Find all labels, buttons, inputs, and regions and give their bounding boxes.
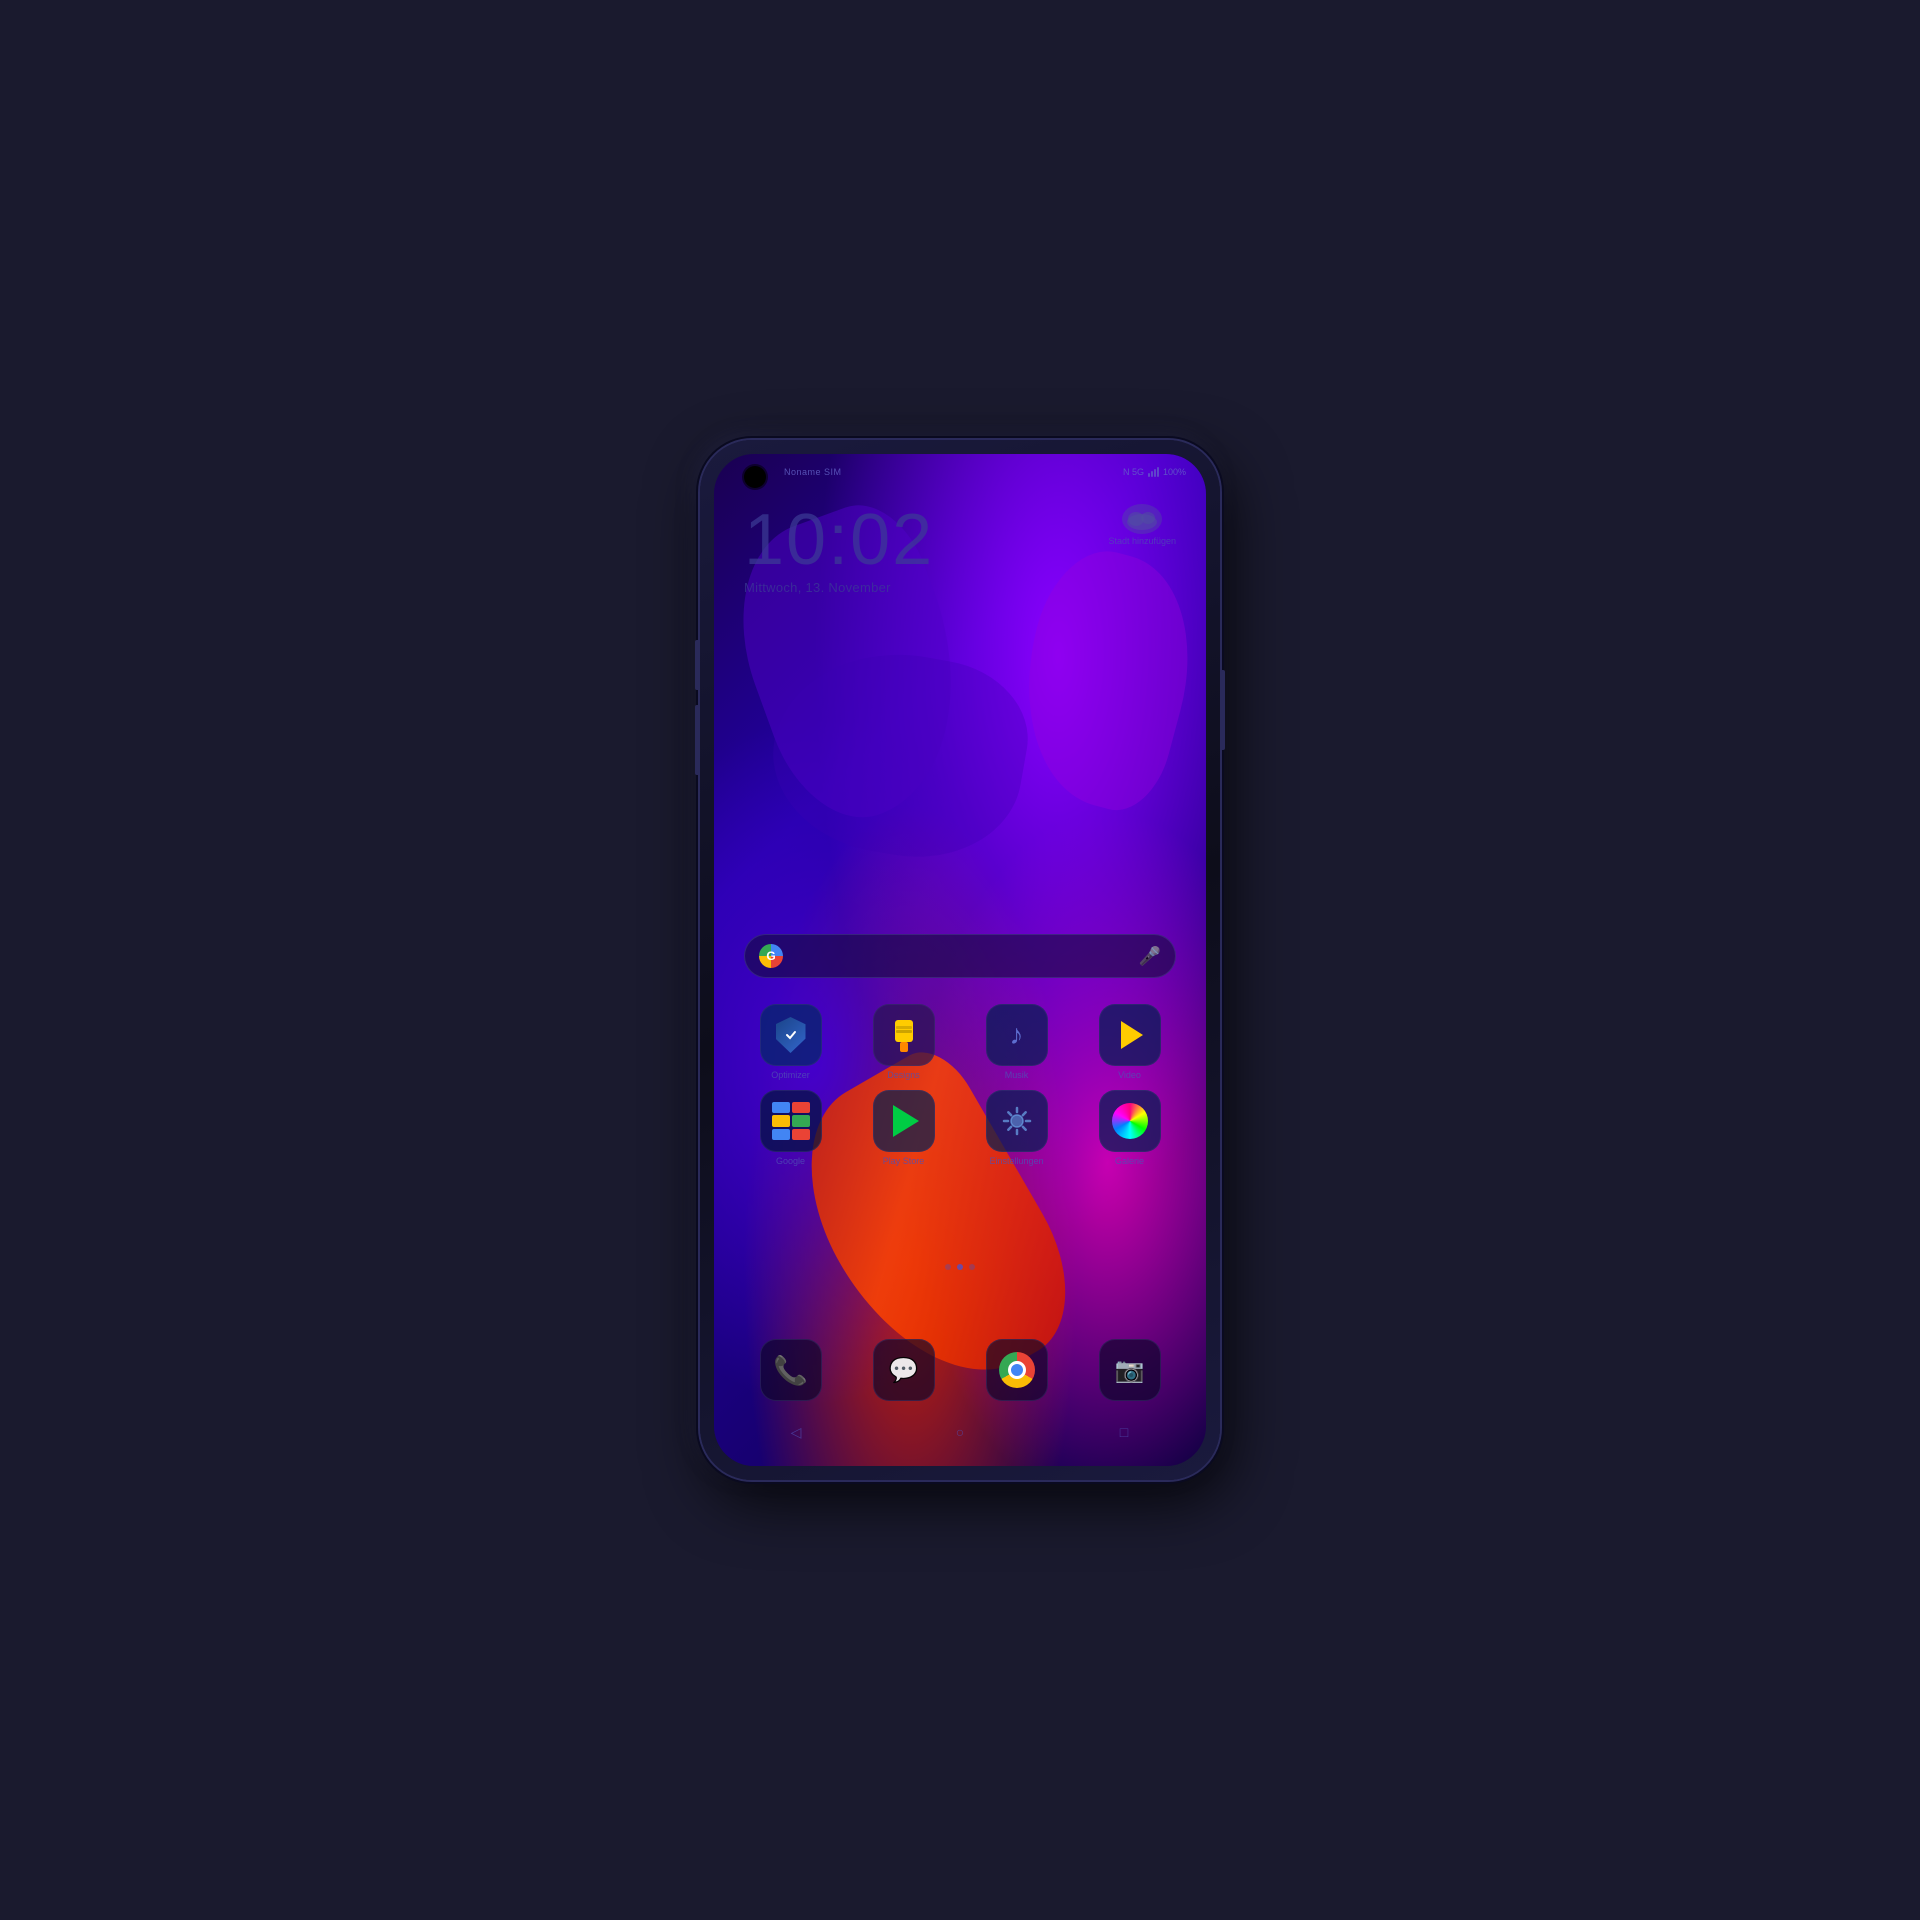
app-einstellungen[interactable]: Einstellungen: [977, 1090, 1057, 1166]
designs-label: Designs: [887, 1070, 920, 1080]
app-playstore[interactable]: Play Store: [864, 1090, 944, 1166]
shield-shape: [776, 1017, 806, 1053]
page-dot-3: [969, 1264, 975, 1270]
page-dot-2: [957, 1264, 963, 1270]
search-bar[interactable]: G 🎤: [744, 934, 1176, 978]
signal-bar-1: [1148, 473, 1150, 477]
galerie-icon: [1099, 1090, 1161, 1152]
app-galerie[interactable]: Galerie: [1090, 1090, 1170, 1166]
add-city-label: Stadt hinzufügen: [1108, 536, 1176, 546]
app-grid: Optimizer Designs ♪: [734, 1004, 1186, 1176]
front-camera: [744, 466, 766, 488]
status-right: N 5G 100%: [1123, 467, 1186, 477]
weather-icon: [1122, 504, 1162, 534]
nav-bar: ◁ ○ □: [714, 1408, 1206, 1456]
app-row-2: Google Play Store: [734, 1090, 1186, 1166]
weather-cloud-svg: [1122, 504, 1162, 534]
volume-down-button[interactable]: [695, 705, 699, 775]
gs-cell-3: [772, 1115, 790, 1126]
designs-svg: [885, 1016, 923, 1054]
weather-widget[interactable]: Stadt hinzufügen: [1108, 504, 1176, 546]
einstellungen-icon: [986, 1090, 1048, 1152]
phone-device: Noname SIM N 5G 100% 10:02 Mittwoch, 13.…: [700, 440, 1220, 1480]
playstore-label: Play Store: [883, 1156, 925, 1166]
app-designs[interactable]: Designs: [864, 1004, 944, 1080]
phone-dock-icon: 📞: [760, 1339, 822, 1401]
home-button[interactable]: ○: [945, 1417, 975, 1447]
app-row-1: Optimizer Designs ♪: [734, 1004, 1186, 1080]
gs-cell-4: [792, 1115, 810, 1126]
video-label: Video: [1118, 1070, 1141, 1080]
signal-bar-3: [1154, 469, 1156, 477]
google-logo: G: [759, 944, 783, 968]
dock-messages[interactable]: 💬: [869, 1339, 939, 1401]
recents-button[interactable]: □: [1109, 1417, 1139, 1447]
einstellungen-label: Einstellungen: [989, 1156, 1043, 1166]
page-dot-1: [945, 1264, 951, 1270]
dock-chrome[interactable]: [982, 1339, 1052, 1401]
optimizer-label: Optimizer: [771, 1070, 810, 1080]
designs-icon: [873, 1004, 935, 1066]
google-icon: [760, 1090, 822, 1152]
battery-text: 100%: [1163, 467, 1186, 477]
power-button[interactable]: [1221, 670, 1225, 750]
google-label: Google: [776, 1156, 805, 1166]
status-bar: Noname SIM N 5G 100%: [714, 454, 1206, 490]
musik-icon: ♪: [986, 1004, 1048, 1066]
gs-cell-6: [792, 1129, 810, 1140]
play-triangle-icon: [1121, 1021, 1143, 1049]
page-dots: [945, 1264, 975, 1270]
signal-bars: [1148, 467, 1159, 477]
chrome-inner-circle: [1008, 1361, 1026, 1379]
phone-screen: Noname SIM N 5G 100% 10:02 Mittwoch, 13.…: [714, 454, 1206, 1466]
gs-cell-5: [772, 1129, 790, 1140]
optimizer-icon: [760, 1004, 822, 1066]
messages-dock-icon: 💬: [873, 1339, 935, 1401]
signal-bar-4: [1157, 467, 1159, 477]
chrome-dock-icon: [986, 1339, 1048, 1401]
gs-cell-2: [792, 1102, 810, 1113]
camera-icon: 📷: [1115, 1356, 1145, 1385]
clock-time: 10:02: [744, 504, 934, 576]
google-suite-icon: [772, 1102, 810, 1140]
shield-check-svg: [783, 1027, 799, 1043]
carrier-text: Noname SIM: [784, 467, 842, 477]
music-note-icon: ♪: [1010, 1019, 1024, 1051]
video-icon: [1099, 1004, 1161, 1066]
app-musik[interactable]: ♪ Musik: [977, 1004, 1057, 1080]
galerie-label: Galerie: [1115, 1156, 1144, 1166]
app-google[interactable]: Google: [751, 1090, 831, 1166]
dock-camera[interactable]: 📷: [1095, 1339, 1165, 1401]
messages-icon: 💬: [889, 1356, 919, 1385]
network-text: N 5G: [1123, 467, 1144, 477]
chrome-icon: [999, 1352, 1035, 1388]
back-button[interactable]: ◁: [781, 1417, 811, 1447]
playstore-icon: [873, 1090, 935, 1152]
clock-date: Mittwoch, 13. November: [744, 580, 934, 595]
color-wheel-icon: [1112, 1103, 1148, 1139]
signal-bar-2: [1151, 471, 1153, 477]
clock-widget: 10:02 Mittwoch, 13. November: [744, 504, 934, 595]
phone-call-icon: 📞: [773, 1354, 808, 1387]
app-video[interactable]: Video: [1090, 1004, 1170, 1080]
app-optimizer[interactable]: Optimizer: [751, 1004, 831, 1080]
musik-label: Musik: [1005, 1070, 1029, 1080]
camera-dock-icon: 📷: [1099, 1339, 1161, 1401]
playstore-triangle-icon: [893, 1105, 919, 1137]
settings-gear-svg: [1000, 1104, 1034, 1138]
gs-cell-1: [772, 1102, 790, 1113]
dock: 📞 💬 📷: [734, 1339, 1186, 1401]
dock-phone[interactable]: 📞: [756, 1339, 826, 1401]
voice-search-icon[interactable]: 🎤: [1139, 946, 1161, 967]
volume-up-button[interactable]: [695, 640, 699, 690]
